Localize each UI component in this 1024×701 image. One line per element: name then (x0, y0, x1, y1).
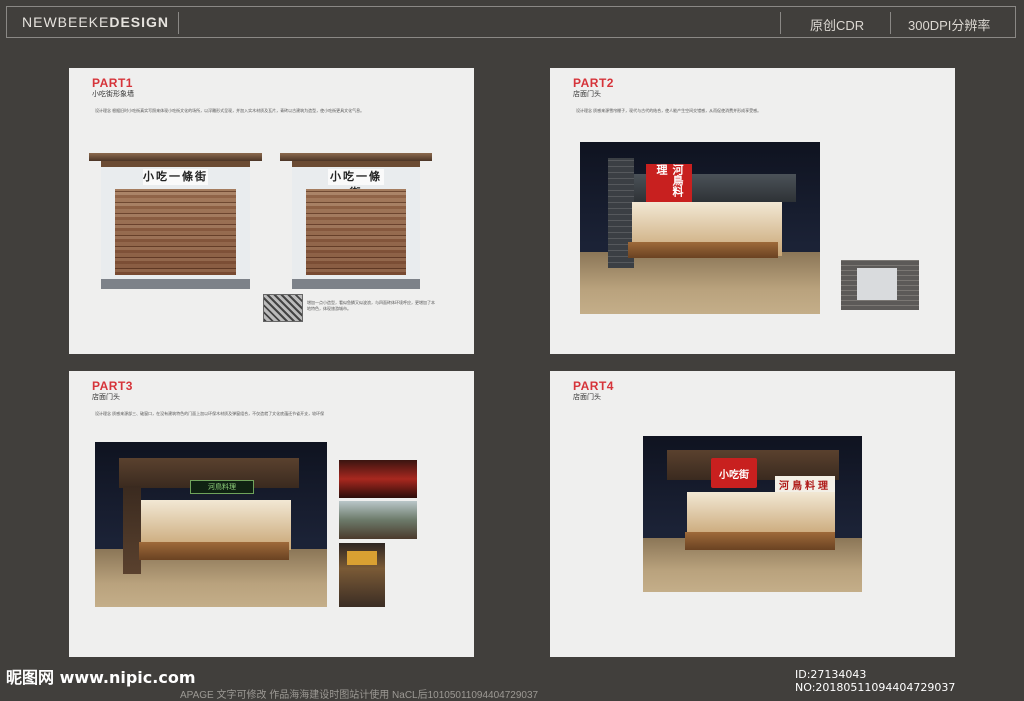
relief-wall-left: 小吃一條街 (89, 153, 262, 289)
original-cdr-label: 原创CDR (810, 18, 865, 33)
part-title: PART2 (573, 76, 614, 90)
part-title: PART4 (573, 379, 614, 393)
card-part2: PART2 店面门头 设计理念 质感来源雪帘棚子，现代与古代的结合，使人能产生空… (550, 68, 955, 354)
id-watermark: ID:27134043 NO:20180511094404729037 (795, 668, 956, 694)
store-sign: 河鳥料理 (190, 480, 254, 494)
storefront-render: 河鳥料理 (580, 142, 820, 314)
part-subtitle: 店面门头 (573, 91, 601, 98)
part-title: PART3 (92, 379, 133, 393)
part-subtitle: 小吃街形象墙 (92, 91, 134, 98)
relief-wall-right: 小吃一條街 (280, 153, 432, 289)
store-sign-red: 小吃街 (711, 458, 757, 488)
card-part1: PART1 小吃街形象墙 设计理念 根据旧时小吃街真实写照来体现小吃街文化的场所… (69, 68, 474, 354)
wall-sign: 小吃一條街 (327, 169, 385, 199)
part-subtitle: 店面门头 (92, 394, 120, 401)
brand-logo: NEWBEEKEDESIGN (22, 14, 170, 30)
storefront-render: 小吃街 河鳥料理 (643, 436, 862, 592)
site-watermark: 昵图网 www.nipic.com (6, 668, 196, 687)
reference-photo (339, 460, 417, 498)
design-note: 设计理念 根据旧时小吃街真实写照来体现小吃街文化的场所，以浮雕形式呈现，并加入实… (95, 108, 365, 113)
store-sign: 河鳥料理 (646, 164, 692, 202)
card-part3: PART3 店面门头 设计理念 质感来源部三、破窗口，在没有建筑特色的门面上加以… (69, 371, 474, 657)
reference-photo (339, 501, 417, 539)
card-part4: PART4 店面门头 小吃街 河鳥料理 (550, 371, 955, 657)
reference-photo (841, 260, 919, 310)
side-note: 增加一点小造型，看似鱼鳞又似波浪，与四面砖体环境呼应，更增加了本地特色，体现旅游… (307, 300, 435, 311)
reference-photo (339, 543, 385, 607)
header-divider (780, 12, 781, 34)
store-sign: 河鳥料理 (775, 476, 835, 492)
detail-thumbnail (263, 294, 303, 322)
wall-sign: 小吃一條街 (142, 169, 209, 185)
part-subtitle: 店面门头 (573, 394, 601, 401)
part-title: PART1 (92, 76, 133, 90)
storefront-render: 河鳥料理 (95, 442, 327, 607)
header-divider (890, 12, 891, 34)
header-divider (178, 12, 179, 34)
design-note: 设计理念 质感来源部三、破窗口，在没有建筑特色的门面上加以环保木材质及弹窗组合，… (95, 411, 325, 416)
design-note: 设计理念 质感来源雪帘棚子，现代与古代的结合，使人能产生空间交错感，从而促使消费… (576, 108, 762, 113)
dpi-label: 300DPI分辨率 (908, 18, 991, 33)
